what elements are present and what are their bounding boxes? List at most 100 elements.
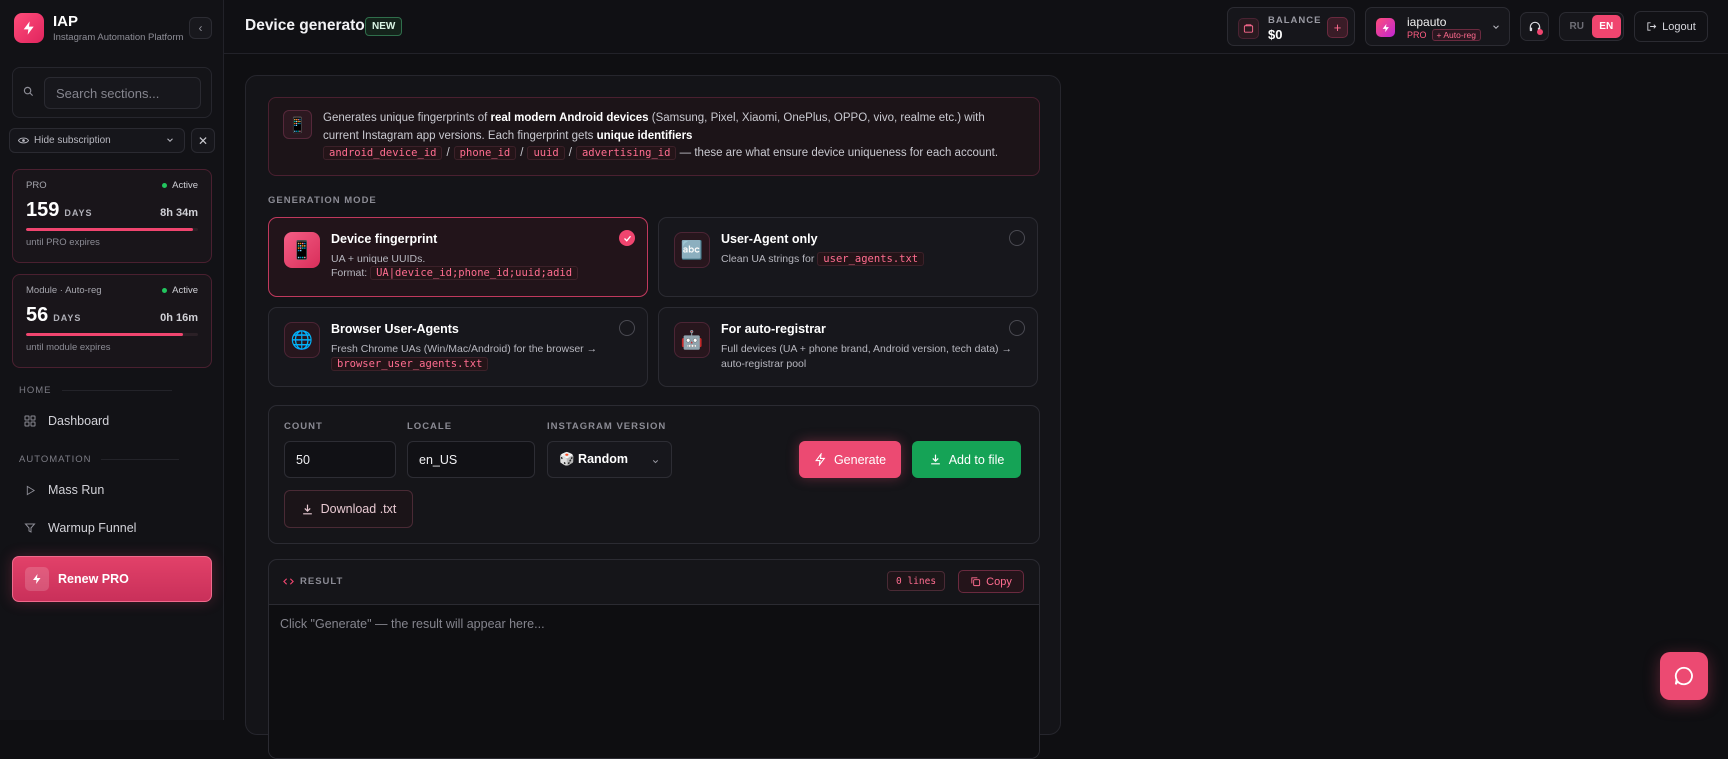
chevron-down-icon [167,138,173,142]
line-count-badge: 0 lines [887,571,946,591]
chevron-left-icon: ‹ [198,21,203,35]
renew-pro-button[interactable]: Renew PRO [12,556,212,602]
count-input[interactable] [284,441,396,478]
phone-icon: 📱 [284,232,320,268]
code-uuid: uuid [527,146,565,160]
radio-unchecked[interactable] [1009,320,1025,336]
user-avatar [1376,18,1395,37]
lightning-icon [25,567,49,591]
status-badge: Active [162,180,198,191]
result-output[interactable] [269,605,1039,758]
grid-icon [24,415,36,427]
generate-button[interactable]: Generate [799,441,901,478]
status-badge: Active [162,285,198,296]
robot-icon: 🤖 [674,322,710,358]
code-android-device-id: android_device_id [323,146,443,160]
info-box: 📱 Generates unique fingerprints of real … [268,97,1040,176]
close-icon: ✕ [197,133,209,148]
search-input[interactable] [44,77,201,109]
locale-input[interactable] [407,441,535,478]
mode-title: For auto-registrar [721,322,826,336]
mode-title: User-Agent only [721,232,818,246]
generator-controls: COUNT LOCALE INSTAGRAM VERSION 🎲 Random … [268,405,1040,544]
nav-section-automation: AUTOMATION [19,454,180,465]
new-badge: NEW [365,17,403,36]
mode-description: Full devices (UA + phone brand, Android … [721,343,1012,370]
status-dot-icon [162,288,168,293]
mode-browser-user-agents[interactable]: 🌐 Browser User-Agents Fresh Chrome UAs (… [268,307,648,387]
mode-title: Device fingerprint [331,232,438,246]
brand-name: IAP [53,13,79,30]
radio-unchecked[interactable] [619,320,635,336]
select-value: 🎲 Random [559,452,629,466]
result-panel: RESULT 0 lines Copy [268,559,1040,759]
lightning-logo-icon [14,13,44,43]
username: iapauto [1407,15,1447,29]
chat-support-button[interactable] [1660,652,1708,700]
support-button[interactable] [1520,12,1549,41]
balance-value: $0 [1268,27,1283,42]
days-count: 159 [26,199,60,221]
user-tier: PRO + Auto-reg [1407,29,1481,41]
balance-widget: BALANCE $0 + [1227,7,1355,46]
mode-user-agent-only[interactable]: 🔤 User-Agent only Clean UA strings for u… [658,217,1038,297]
close-subscription-button[interactable]: ✕ [191,128,215,153]
mode-device-fingerprint[interactable]: 📱 Device fingerprint UA + unique UUIDs. … [268,217,648,297]
copy-button[interactable]: Copy [958,570,1024,593]
lang-ru-button[interactable]: RU [1562,15,1592,38]
add-to-file-button[interactable]: Add to file [912,441,1021,478]
radio-unchecked[interactable] [1009,230,1025,246]
code-advertising-id: advertising_id [575,146,677,160]
days-count: 56 [26,304,49,326]
chevron-down-icon [652,460,659,464]
sidebar-item-dashboard[interactable]: Dashboard [12,405,212,437]
status-dot-icon [162,183,168,188]
sidebar-item-warmup-funnel[interactable]: Warmup Funnel [12,512,212,544]
phone-icon: 📱 [283,110,312,139]
download-icon [302,504,312,514]
result-header: RESULT 0 lines Copy [269,560,1039,605]
hide-subscription-toggle[interactable]: Hide subscription [9,128,185,153]
user-menu[interactable]: iapauto PRO + Auto-reg [1365,7,1510,46]
generation-mode-label: GENERATION MODE [268,195,377,206]
globe-icon: 🌐 [284,322,320,358]
renew-pro-label: Renew PRO [58,572,129,586]
check-icon [623,235,631,242]
play-icon [24,484,36,496]
lang-en-button[interactable]: EN [1591,15,1621,38]
top-header: Device generator NEW BALANCE $0 + iapaut… [224,0,1728,54]
eye-icon [18,137,29,144]
abc-icon: 🔤 [674,232,710,268]
locale-label: LOCALE [407,421,453,432]
wallet-icon [1238,18,1259,39]
sidebar-item-mass-run[interactable]: Mass Run [12,474,212,506]
lightning-icon [815,453,826,466]
download-txt-button[interactable]: Download .txt [284,490,413,528]
language-switcher: RU EN [1559,12,1624,41]
logout-label: Logout [1662,20,1696,33]
info-text: Generates unique fingerprints of real mo… [323,112,999,160]
nav-section-home: HOME [19,385,172,396]
version-label: INSTAGRAM VERSION [547,421,667,432]
logout-icon [1647,22,1657,31]
search-icon [23,86,34,97]
subscription-card-module: Module · Auto-reg Active 56 DAYS 0h 16m u… [12,274,212,368]
radio-checked[interactable] [619,230,635,246]
sidebar-item-label: Warmup Funnel [48,521,137,535]
time-remaining: 0h 16m [160,312,198,324]
brand[interactable]: IAP Instagram Automation Platform [14,13,183,43]
instagram-version-select[interactable]: 🎲 Random [547,441,672,478]
result-label: RESULT [283,576,343,587]
mode-description: Fresh Chrome UAs (Win/Mac/Android) for t… [331,343,598,371]
generator-panel: 📱 Generates unique fingerprints of real … [245,75,1061,759]
module-tag: + Auto-reg [1431,29,1481,41]
hide-subscription-label: Hide subscription [34,135,111,146]
add-balance-button[interactable]: + [1327,17,1348,38]
mode-auto-registrar[interactable]: 🤖 For auto-registrar Full devices (UA + … [658,307,1038,387]
expiry-note: until module expires [26,342,111,353]
logout-button[interactable]: Logout [1634,11,1708,42]
expiry-note: until PRO expires [26,237,100,248]
collapse-sidebar-button[interactable]: ‹ [189,17,212,39]
progress-bar [26,333,198,336]
mode-format: Format: UA|device_id;phone_id;uuid;adid [331,266,579,280]
